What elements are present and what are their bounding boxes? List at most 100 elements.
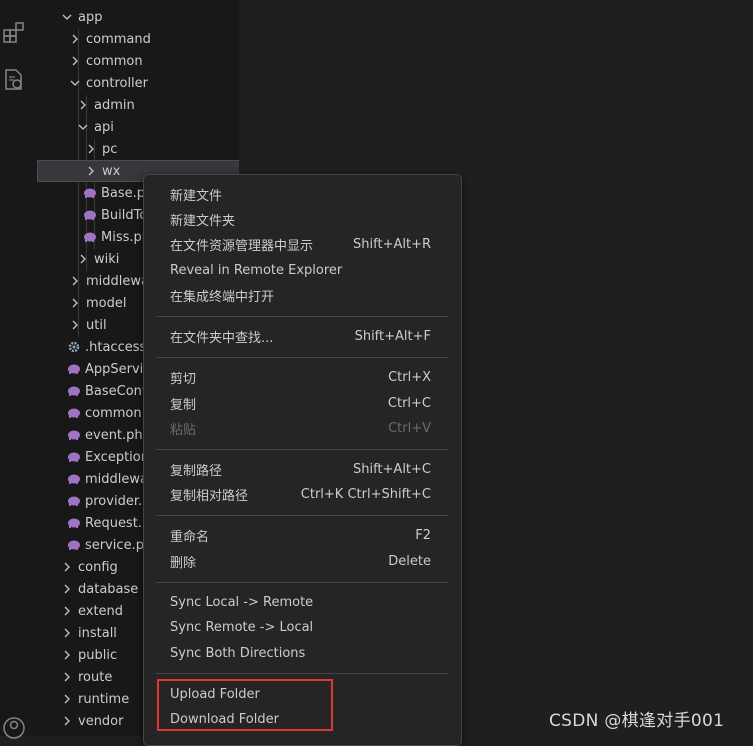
menu-item-shortcut: F2 — [415, 527, 431, 543]
tree-folder-common[interactable]: common — [37, 50, 239, 72]
chevron-right-icon — [64, 716, 70, 726]
php-elephant-icon — [68, 386, 80, 396]
php-elephant-icon — [68, 518, 80, 528]
activity-bar — [0, 0, 37, 739]
menu-separator — [156, 582, 448, 583]
tree-item-label: util — [86, 317, 107, 333]
menu-item[interactable]: 复制 Ctrl+C — [156, 391, 459, 415]
menu-item[interactable]: 新建文件 — [156, 182, 459, 206]
tree-folder-app[interactable]: app — [37, 6, 239, 28]
menu-item[interactable]: 复制路径 Shift+Alt+C — [156, 457, 459, 481]
menu-item-shortcut: Shift+Alt+R — [353, 236, 431, 252]
menu-item-shortcut: Ctrl+K Ctrl+Shift+C — [300, 486, 431, 502]
menu-item-label: 复制 — [170, 397, 197, 413]
tree-item-label: config — [78, 559, 118, 575]
chevron-right-icon — [88, 166, 94, 176]
tree-item-label: controller — [86, 75, 149, 91]
php-elephant-icon — [84, 210, 96, 220]
menu-item-label: 删除 — [170, 555, 197, 571]
watermark: CSDN @棋逢对手001 — [549, 711, 725, 731]
chevron-right-icon — [64, 694, 70, 704]
chevron-down-icon — [78, 124, 88, 130]
menu-item[interactable]: 新建文件夹 — [156, 207, 459, 231]
menu-item-label: Reveal in Remote Explorer — [170, 262, 343, 278]
tree-item-label: model — [86, 295, 127, 311]
menu-item[interactable]: Sync Local -> Remote — [156, 590, 459, 614]
menu-item-label: 在文件资源管理器中显示 — [170, 238, 314, 254]
chevron-right-icon — [72, 34, 78, 44]
menu-item-shortcut: Delete — [388, 553, 431, 569]
tree-item-label: middlewa — [85, 471, 148, 487]
menu-item[interactable]: Sync Both Directions — [156, 641, 459, 665]
tree-item-label: database — [78, 581, 139, 597]
tree-item-label: AppServic — [85, 361, 151, 377]
tree-item-label: BuildTo — [101, 207, 148, 223]
php-elephant-icon — [68, 474, 80, 484]
tree-item-label: common — [86, 53, 143, 69]
menu-item-label: 在集成终端中打开 — [170, 289, 275, 305]
menu-separator — [156, 316, 448, 317]
tree-item-label: app — [78, 9, 103, 25]
tree-item-label: .htaccess — [85, 339, 147, 355]
chevron-right-icon — [64, 584, 70, 594]
menu-item[interactable]: Sync Remote -> Local — [156, 615, 459, 639]
php-elephant-icon — [68, 430, 80, 440]
chevron-right-icon — [64, 606, 70, 616]
tree-item-label: api — [94, 119, 114, 135]
menu-item-label: 新建文件夹 — [170, 213, 236, 229]
highlight-annotation-box — [157, 679, 333, 731]
tree-folder-api[interactable]: api — [37, 116, 239, 138]
menu-item-label: 复制路径 — [170, 463, 223, 479]
menu-item: 粘贴 Ctrl+V — [156, 416, 459, 440]
menu-item[interactable]: 删除 Delete — [156, 549, 459, 573]
tree-item-label: provider.p — [85, 493, 151, 509]
menu-item-label: 剪切 — [170, 371, 197, 387]
php-elephant-icon — [68, 364, 80, 374]
tree-folder-admin[interactable]: admin — [37, 94, 239, 116]
chevron-right-icon — [72, 56, 78, 66]
php-elephant-icon — [68, 540, 80, 550]
tree-folder-command[interactable]: command — [37, 28, 239, 50]
menu-item[interactable]: 在集成终端中打开 — [156, 283, 459, 307]
menu-item-label: Sync Remote -> Local — [170, 619, 314, 635]
menu-item-label: Sync Local -> Remote — [170, 594, 314, 610]
tree-item-label: Exception — [85, 449, 149, 465]
tree-item-label: runtime — [78, 691, 130, 707]
menu-item[interactable]: 在文件资源管理器中显示 Shift+Alt+R — [156, 232, 459, 256]
menu-item[interactable]: 在文件夹中查找... Shift+Alt+F — [156, 324, 459, 348]
php-elephant-icon — [68, 408, 80, 418]
chevron-right-icon — [80, 254, 86, 264]
menu-item[interactable]: Reveal in Remote Explorer — [156, 258, 459, 282]
tree-item-label: wx — [102, 163, 121, 179]
menu-item[interactable]: 重命名 F2 — [156, 523, 459, 547]
menu-item[interactable]: 复制相对路径 Ctrl+K Ctrl+Shift+C — [156, 482, 459, 506]
tree-item-label: event.php — [85, 427, 151, 443]
menu-item-shortcut: Shift+Alt+F — [354, 328, 431, 344]
chevron-down-icon — [70, 80, 80, 86]
tree-folder-controller[interactable]: controller — [37, 72, 239, 94]
chevron-right-icon — [80, 100, 86, 110]
tree-item-label: admin — [94, 97, 135, 113]
remote-explorer-icon[interactable] — [2, 68, 26, 92]
tree-item-label: wiki — [94, 251, 120, 267]
tree-item-label: pc — [102, 141, 118, 157]
php-elephant-icon — [84, 232, 96, 242]
php-elephant-icon — [68, 452, 80, 462]
tree-item-label: install — [78, 625, 117, 641]
menu-item-shortcut: Ctrl+X — [388, 369, 431, 385]
tree-folder-pc[interactable]: pc — [37, 138, 239, 160]
menu-separator — [156, 449, 448, 450]
tree-item-label: public — [78, 647, 118, 663]
menu-item-shortcut: Ctrl+C — [387, 395, 431, 411]
chevron-right-icon — [64, 562, 70, 572]
php-elephant-icon — [84, 188, 96, 198]
menu-item-label: 复制相对路径 — [170, 488, 249, 504]
menu-item[interactable]: 剪切 Ctrl+X — [156, 365, 459, 389]
chevron-right-icon — [72, 276, 78, 286]
accounts-icon[interactable] — [2, 716, 26, 740]
extensions-icon[interactable] — [2, 21, 26, 45]
chevron-right-icon — [72, 298, 78, 308]
menu-separator — [156, 357, 448, 358]
menu-separator — [156, 673, 448, 674]
menu-item-shortcut: Shift+Alt+C — [352, 461, 431, 477]
